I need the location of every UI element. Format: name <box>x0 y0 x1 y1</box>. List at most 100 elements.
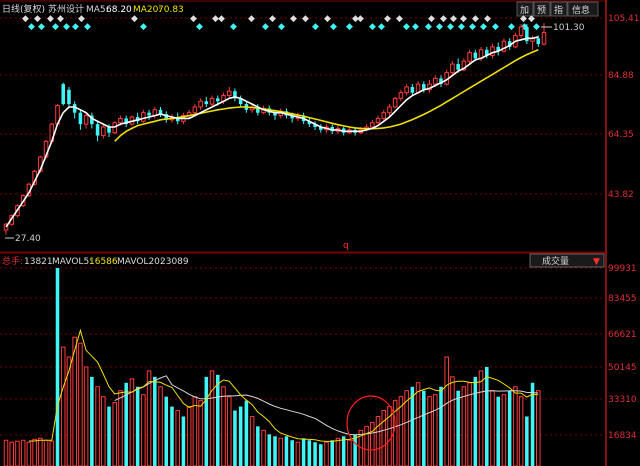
info-button[interactable]: 信息 <box>567 1 599 17</box>
volume-bar <box>107 406 111 466</box>
volume-bar <box>501 394 507 466</box>
volume-bar <box>215 374 220 466</box>
candle-body <box>78 112 83 125</box>
info-diamond-icon[interactable]: ◆ <box>278 22 285 32</box>
volume-bar <box>43 439 49 466</box>
info-diamond-icon[interactable]: ◆ <box>230 22 237 32</box>
candle <box>124 115 128 127</box>
candle-body <box>215 98 220 102</box>
candle <box>226 86 232 99</box>
candle-body <box>226 90 232 97</box>
volume-bar <box>364 425 369 466</box>
candle-body <box>118 117 123 124</box>
info-diamond-icon[interactable]: ◆ <box>508 22 515 32</box>
info-diamond-icon[interactable]: ◆ <box>140 22 147 32</box>
candle-body <box>432 77 438 85</box>
info-diamond-icon[interactable]: ◆ <box>38 22 45 32</box>
volume-bar <box>513 386 518 466</box>
info-diamond-icon[interactable]: ◆ <box>52 22 59 32</box>
low-annotation: 27.40 <box>5 234 41 244</box>
volume-bar <box>83 366 89 466</box>
info-diamond-icon[interactable]: ◆ <box>425 22 432 32</box>
info-diamond-icon[interactable]: ◆ <box>403 22 410 32</box>
volume-bar <box>204 376 209 466</box>
price-tick-label: 43.82 <box>608 190 634 200</box>
info-diamond-icon[interactable]: ◆ <box>84 22 91 32</box>
volume-bar <box>198 400 203 466</box>
candle-body <box>381 112 387 119</box>
candle-body <box>209 97 215 105</box>
volume-bar <box>478 370 484 466</box>
info-diamond-icon[interactable]: ◆ <box>480 22 487 32</box>
volume-bar <box>238 406 243 466</box>
volume-bar <box>461 386 467 466</box>
volume-bar <box>273 436 277 466</box>
info-diamond-icon[interactable]: ◆ <box>330 22 337 32</box>
info-diamond-icon[interactable]: ◆ <box>396 14 403 24</box>
info-diamond-icon[interactable]: ◆ <box>28 22 35 32</box>
stock-chart: 日线(复权) 苏州设计 MA5: 68.20 MA20: 70.83 加 预 指… <box>0 0 640 466</box>
candle-body <box>95 124 100 136</box>
volume-bar <box>49 440 55 466</box>
candle <box>398 89 404 102</box>
info-diamond-icon[interactable]: ◆ <box>458 22 465 32</box>
candle-body <box>387 106 392 114</box>
info-diamond-icon[interactable]: ◆ <box>269 14 276 24</box>
info-diamond-icon[interactable]: ◆ <box>131 14 138 24</box>
info-diamond-icon[interactable]: ◆ <box>302 14 309 24</box>
info-diamond-icon[interactable]: ◆ <box>533 22 540 32</box>
candle <box>158 106 163 117</box>
volume-bar <box>26 441 32 466</box>
info-diamond-icon[interactable]: ◆ <box>196 22 203 32</box>
volume-bar <box>267 434 272 466</box>
candle <box>375 115 381 125</box>
candle <box>525 24 529 45</box>
info-diamond-icon[interactable]: ◆ <box>378 22 385 32</box>
info-diamond-icon[interactable]: ◆ <box>384 14 391 24</box>
info-diamond-icon[interactable]: ◆ <box>290 14 297 24</box>
high-price-label: 101.30 <box>553 23 585 33</box>
info-diamond-icon[interactable]: ◆ <box>63 22 70 32</box>
info-diamond-icon[interactable]: ◆ <box>346 22 353 32</box>
info-diamond-icon[interactable]: ◆ <box>72 22 79 32</box>
indicator-selector[interactable]: 成交量 ▼ <box>529 253 605 268</box>
indicator-button[interactable]: 指 <box>550 1 568 17</box>
volume-bar <box>347 439 352 466</box>
info-markers[interactable]: ◆ ◆ ◆ ◆ ◆ ◆ ◆ ◆ ◆ ◆ ◆ ◆ ◆ ◆ ◆◆ ◆ ◆ ◆ ◆ ◆ ◆ ◆ ◆ ◆ ◆◆ ◆ ◆ ◆ ◆ ◆ ◆ ◆ ◆ ◆ ◆ ◆ ◆ ◆… <box>22 14 540 32</box>
info-diamond-icon[interactable]: ◆ <box>357 14 364 24</box>
volume-bar <box>60 346 66 466</box>
info-diamond-icon[interactable]: ◆ <box>412 22 419 32</box>
candle <box>164 111 169 123</box>
volume-axis-ticks: 99931 83455 66621 50145 33310 16834 <box>608 264 637 441</box>
info-diamond-icon[interactable]: ◆ <box>436 22 443 32</box>
alert-button[interactable]: 预 <box>533 1 551 17</box>
volume-bar <box>536 390 541 466</box>
candle <box>410 84 415 96</box>
candle-body <box>141 112 146 122</box>
candle <box>67 86 71 107</box>
info-diamond-icon[interactable]: ◆ <box>369 22 376 32</box>
volume-bar <box>456 390 460 466</box>
info-diamond-icon[interactable]: ◆ <box>447 22 454 32</box>
info-diamond-icon[interactable]: ◆ <box>312 22 319 32</box>
candle <box>450 61 455 76</box>
info-diamond-icon[interactable]: ◆ <box>492 22 499 32</box>
price-tick-label: 84.88 <box>608 71 634 81</box>
info-diamond-icon[interactable]: ◆ <box>248 14 255 24</box>
candle-body <box>61 84 66 105</box>
candle <box>61 82 66 106</box>
volume-bar <box>375 415 381 466</box>
info-diamond-icon[interactable]: ◆ <box>218 14 225 24</box>
candle-body <box>204 101 209 105</box>
volume-bars <box>3 268 541 466</box>
candle-body <box>192 106 198 114</box>
volume-bar <box>32 438 37 466</box>
info-diamond-icon[interactable]: ◆ <box>469 22 476 32</box>
volume-tick-label: 99931 <box>608 264 637 274</box>
info-diamond-icon[interactable]: ◆ <box>262 22 269 32</box>
volume-bar <box>153 376 157 466</box>
volume-bar <box>158 386 163 466</box>
candle <box>101 124 106 139</box>
candle <box>404 84 409 96</box>
volume-bar <box>381 410 387 466</box>
